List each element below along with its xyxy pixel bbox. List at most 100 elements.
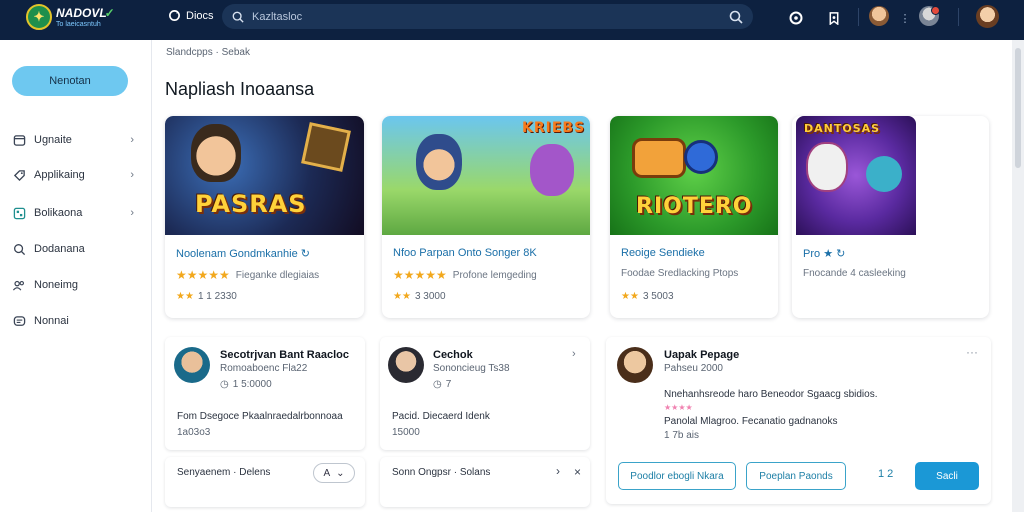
meta-stars: ★★ <box>621 291 639 302</box>
sidebar-item-applikaing[interactable]: Applikaing › <box>12 164 136 186</box>
user-subtitle: Pahseu 2000 <box>664 363 723 374</box>
clock-icon: ◷ <box>433 379 442 390</box>
game-art-image: KRIEBS <box>382 116 590 235</box>
game-card[interactable]: PASRAS Noolenam Gondmkanhie ↻ ★★★★★ Fieg… <box>165 116 364 318</box>
user-meta-text: 7 <box>445 379 452 390</box>
sort-panel[interactable]: Sonn Ongpsr · Solans › × <box>380 457 590 507</box>
star-rating: ★★★★★ <box>393 268 447 282</box>
game-meta: ★★ 3 3000 <box>393 291 446 302</box>
bookmark-icon[interactable] <box>822 6 846 30</box>
logo[interactable]: ✦ NADOVL ✓ To laeicasntuh <box>26 4 115 30</box>
chevron-down-icon: ⌄ <box>336 467 345 479</box>
close-icon[interactable]: × <box>574 465 581 479</box>
user-meta-text: 1 5:0000 <box>232 379 272 390</box>
people-icon <box>12 278 26 292</box>
game-name-text: Pro <box>803 248 821 260</box>
game-name: Reoige Sendieke <box>621 247 705 259</box>
divider <box>858 8 859 26</box>
follow-button[interactable]: Poodlor ebogli Nkara <box>618 462 736 490</box>
game-meta-text: 3 3000 <box>414 291 446 302</box>
friends-button[interactable]: Poeplan Paonds <box>746 462 846 490</box>
avatar[interactable] <box>869 6 889 26</box>
sidebar-item-nonnai[interactable]: Nonnai <box>12 310 136 332</box>
panel-body: Nnehanhsreode haro Beneodor Sgaacg sbidi… <box>664 389 878 400</box>
breadcrumb[interactable]: Slandcpps · Sebak <box>166 47 250 58</box>
panel-body: Fom Dsegoce Pkaalnraedalrbonnoaa <box>177 411 343 422</box>
user-panel[interactable]: Cechok › Sononcieug Ts38 ◷ 7 Pacid. Diec… <box>380 337 590 450</box>
logo-check-icon: ✓ <box>104 5 115 20</box>
sidebar-item-ugnaite[interactable]: Ugnaite › <box>12 129 136 151</box>
user-avatar[interactable] <box>976 5 999 28</box>
refresh-icon: ↻ <box>836 248 846 260</box>
chevron-right-icon[interactable]: › <box>556 464 560 478</box>
game-rating-row: Foodae Sredlacking Ptops <box>621 268 738 279</box>
game-art-text: RIOTERO <box>636 194 753 219</box>
character-illustration <box>806 142 848 192</box>
search-submit-icon[interactable] <box>729 10 743 24</box>
user-avatar <box>388 347 424 383</box>
sidebar: Nenotan Ugnaite › Applikaing › Bolikaona… <box>0 40 152 512</box>
orb-illustration <box>684 140 718 174</box>
game-card[interactable]: DANTOSAS Pro ★ ↻ Fnocande 4 casleeking <box>792 116 989 318</box>
game-meta: ★★ 1 1 2330 <box>176 291 237 302</box>
chevron-right-icon: › <box>130 169 134 181</box>
filter-select[interactable]: A ⌄ <box>313 463 355 483</box>
sort-label: Sonn Ongpsr · Solans <box>392 467 491 478</box>
robot-illustration <box>866 156 902 192</box>
search-input[interactable] <box>252 10 721 23</box>
game-art-text: KRIEBS <box>522 120 586 136</box>
more-vertical-icon[interactable]: ⋮ <box>893 6 917 30</box>
sidebar-item-dodanana[interactable]: Dodanana <box>12 238 136 260</box>
window-icon <box>12 133 26 147</box>
game-subtitle: Fnocande 4 casleeking <box>803 268 906 279</box>
game-card[interactable]: RIOTERO Reoige Sendieke Foodae Sredlacki… <box>610 116 778 318</box>
game-name: Nfoo Parpan Onto Songer 8K <box>393 247 583 259</box>
logo-title: NADOVL <box>56 5 107 20</box>
meta-stars: ★★ <box>393 291 411 302</box>
user-name: Uapak Pepage <box>664 349 740 361</box>
user-avatar <box>174 347 210 383</box>
game-art-text: PASRAS <box>195 190 307 218</box>
sidebar-item-noneimg[interactable]: Noneimg <box>12 274 136 296</box>
sidebar-item-bolikaona[interactable]: Bolikaona › <box>12 202 136 224</box>
game-name-text: Reoige Sendieke <box>621 247 705 259</box>
game-art-text: DANTOSAS <box>804 122 881 135</box>
treasure-illustration <box>301 122 351 172</box>
top-bar: ✦ NADOVL ✓ To laeicasntuh Diocs ⋮ <box>0 0 1024 40</box>
filter-label: Senyaenem · Delens <box>177 467 271 478</box>
star-icon: ★ <box>823 248 837 260</box>
user-name: Secotrjvan Bant Raacloc <box>220 349 349 361</box>
chevron-right-icon: › <box>130 134 134 146</box>
character-illustration <box>416 134 462 190</box>
sidebar-primary-button[interactable]: Nenotan <box>12 66 128 96</box>
notification-badge <box>931 6 940 15</box>
primary-action-button[interactable]: Sacli <box>915 462 979 490</box>
apps-label: Diocs <box>186 9 214 22</box>
game-art-image: PASRAS <box>165 116 364 235</box>
user-subtitle: Sononcieug Ts38 <box>433 363 510 374</box>
panel-body-meta: 1a03o3 <box>177 427 211 438</box>
game-name-text: Nfoo Parpan Onto Songer <box>393 247 521 259</box>
search-bar[interactable] <box>222 4 753 29</box>
sidebar-item-label: Nonnai <box>34 315 69 327</box>
logo-text: NADOVL ✓ To laeicasntuh <box>56 7 115 28</box>
clock-icon: ◷ <box>220 379 229 390</box>
help-icon[interactable] <box>784 6 808 30</box>
apps-link[interactable]: Diocs <box>168 9 214 22</box>
panel-meta: 1 7b ais <box>664 430 700 441</box>
body-stars: ★★★★ <box>664 403 693 412</box>
more-horizontal-icon[interactable]: ··· <box>966 345 978 359</box>
game-card[interactable]: KRIEBS Nfoo Parpan Onto Songer 8K ★★★★★ … <box>382 116 590 318</box>
sidebar-item-label: Noneimg <box>34 279 79 291</box>
grid-icon <box>12 206 26 220</box>
refresh-icon: ↻ <box>300 248 310 260</box>
sidebar-item-label: Applikaing <box>34 169 85 181</box>
scrollbar-thumb[interactable] <box>1015 48 1021 168</box>
filter-panel[interactable]: Senyaenem · Delens A ⌄ <box>165 457 365 507</box>
chevron-right-icon[interactable]: › <box>572 348 576 360</box>
game-subtitle: Profone lemgeding <box>452 269 537 281</box>
sidebar-item-label: Ugnaite <box>34 134 72 146</box>
refresh-icon <box>169 10 180 21</box>
user-panel[interactable]: Secotrjvan Bant Raacloc Romoaboenc Fla22… <box>165 337 365 450</box>
activity-panel[interactable]: Uapak Pepage ··· Pahseu 2000 Nnehanhsreo… <box>606 337 991 504</box>
